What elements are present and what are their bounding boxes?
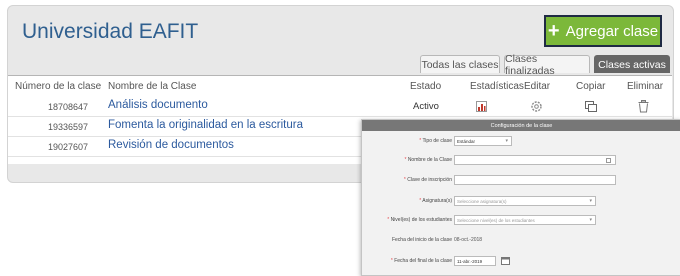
class-name-link[interactable]: Fomenta la originalidad en la escritura — [108, 119, 303, 131]
field-label-student-levels: * Nivel(es) de los estudiantes — [387, 217, 452, 223]
column-header-status: Estado — [410, 81, 442, 92]
statistics-icon[interactable] — [476, 101, 487, 112]
copy-icon[interactable] — [585, 101, 597, 112]
chevron-down-icon: ▾ — [589, 217, 592, 223]
tab-finished-classes[interactable]: Clases finalizadas — [504, 53, 590, 77]
class-name-link[interactable]: Revisión de documentos — [108, 139, 234, 151]
column-header-copy: Copiar — [576, 81, 606, 92]
subjects-select[interactable]: Seleccione asignatura(s) ▾ — [454, 196, 596, 206]
end-date-field[interactable]: 11-abr.-2019 — [454, 256, 496, 266]
chevron-down-icon: ▾ — [589, 198, 592, 204]
trash-icon[interactable] — [638, 100, 649, 113]
table-row: 18708647 Análisis documento Activo — [8, 97, 672, 117]
column-header-edit: Editar — [524, 81, 551, 92]
column-header-stats: Estadísticas — [470, 81, 524, 92]
plus-icon: + — [547, 20, 560, 42]
class-name-link[interactable]: Análisis documento — [108, 99, 208, 111]
student-levels-select[interactable]: Seleccione nivel(es) de los estudiantes … — [454, 215, 596, 225]
column-header-delete: Eliminar — [627, 81, 664, 92]
class-settings-dialog: Configuración de la clase * Tipo de clas… — [361, 119, 680, 276]
class-number: 19336597 — [48, 122, 89, 132]
class-number: 19027607 — [48, 142, 89, 152]
field-label-end-date: * Fecha del final de la clase — [390, 258, 452, 264]
clear-field-icon[interactable] — [606, 158, 611, 163]
calendar-icon[interactable] — [501, 256, 510, 265]
column-header-name: Nombre de la Clase — [108, 81, 197, 92]
column-header-number: Número de la clase — [15, 81, 102, 92]
page-title: Universidad EAFIT — [22, 20, 199, 43]
field-label-class-name: * Nombre de la Clase — [404, 157, 452, 163]
edit-gear-icon[interactable] — [530, 100, 543, 113]
chevron-down-icon: ▾ — [505, 138, 508, 144]
tab-all-classes[interactable]: Todas las clases — [420, 55, 500, 73]
field-label-start-date: Fecha del inicio de la clase — [391, 237, 452, 243]
dialog-title: Configuración de la clase — [362, 120, 680, 131]
add-class-button[interactable]: + Agregar clase — [544, 15, 662, 47]
field-label-class-type: * Tipo de clase — [419, 138, 452, 144]
field-label-enrollment-key: * Clave de inscripción — [403, 177, 452, 183]
class-status: Activo — [413, 101, 439, 112]
class-type-select[interactable]: Estándar ▾ — [454, 136, 512, 146]
class-name-field[interactable] — [454, 155, 616, 165]
field-label-subjects: * Asignatura(s) — [419, 198, 452, 204]
add-class-label: Agregar clase — [565, 22, 659, 40]
start-date-value: 08-oct.-2018 — [454, 237, 483, 243]
enrollment-key-field[interactable] — [454, 175, 616, 185]
tab-active-classes[interactable]: Clases activas — [594, 55, 670, 73]
class-number: 18708647 — [48, 102, 89, 112]
